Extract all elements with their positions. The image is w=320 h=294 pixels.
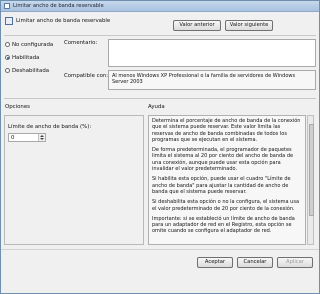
help-paragraph: Determina el porcentaje de ancho de band…	[152, 118, 301, 143]
ok-button[interactable]: Aceptar	[197, 257, 233, 268]
setting-title: Limitar ancho de banda reservable	[16, 18, 111, 24]
middle-divider	[4, 98, 316, 99]
radio-disabled-indicator[interactable]	[5, 68, 10, 73]
spinner-up-icon[interactable]	[40, 135, 44, 137]
policy-dialog: Limitar ancho de banda reservable Limita…	[0, 0, 320, 294]
help-paragraph: Si deshabilita esta opción o no la confi…	[152, 199, 300, 212]
bandwidth-limit-label: Límite de ancho de banda (%):	[8, 124, 92, 130]
comment-textarea[interactable]	[108, 39, 316, 67]
radio-not-configured-label: No configurada	[12, 42, 54, 48]
radio-not-configured[interactable]: No configurada	[5, 42, 53, 48]
radio-disabled[interactable]: Deshabilitada	[5, 68, 49, 74]
radio-disabled-label: Deshabilitada	[12, 68, 50, 74]
window-title: Limitar ancho de banda reservable	[13, 2, 104, 9]
help-heading: Ayuda	[148, 104, 165, 110]
next-setting-button[interactable]: Valor siguiente	[225, 20, 273, 31]
supported-on-value: Al menos Windows XP Professional o la fa…	[108, 70, 316, 90]
help-scrollbar-thumb[interactable]	[309, 124, 314, 216]
radio-not-configured-indicator[interactable]	[5, 42, 10, 47]
cancel-button[interactable]: Cancelar	[237, 257, 273, 268]
spinner-down-icon[interactable]	[40, 138, 44, 140]
help-pane: Determina el porcentaje de ancho de band…	[148, 115, 306, 245]
apply-button[interactable]: Aplicar	[277, 257, 313, 268]
supported-on-label: Compatible con:	[64, 73, 109, 79]
radio-enabled-indicator[interactable]	[5, 55, 10, 60]
setting-icon	[5, 17, 13, 25]
options-pane: Límite de ancho de banda (%): 0	[4, 115, 144, 245]
policy-icon	[4, 3, 10, 9]
radio-enabled-label: Habilitada	[12, 55, 40, 61]
bandwidth-limit-value[interactable]: 0	[11, 135, 14, 141]
previous-setting-button[interactable]: Valor anterior	[173, 20, 221, 31]
radio-enabled[interactable]: Habilitada	[5, 55, 39, 61]
help-paragraph: De forma predeterminada, el programador …	[152, 147, 294, 173]
help-scrollbar[interactable]	[307, 115, 314, 245]
dialog-footer: Aceptar Cancelar Aplicar	[1, 249, 319, 293]
help-paragraph: Importante: si se estableció un límite d…	[152, 215, 295, 235]
header-divider	[4, 35, 316, 36]
options-heading: Opciones	[5, 104, 30, 110]
spinner-arrows[interactable]	[38, 134, 45, 141]
title-bar[interactable]: Limitar ancho de banda reservable	[1, 1, 319, 12]
comment-label: Comentario:	[64, 40, 98, 46]
bandwidth-limit-spinner[interactable]: 0	[8, 133, 46, 142]
help-paragraph: Si habilita esta opción, puede usar el c…	[152, 176, 291, 195]
